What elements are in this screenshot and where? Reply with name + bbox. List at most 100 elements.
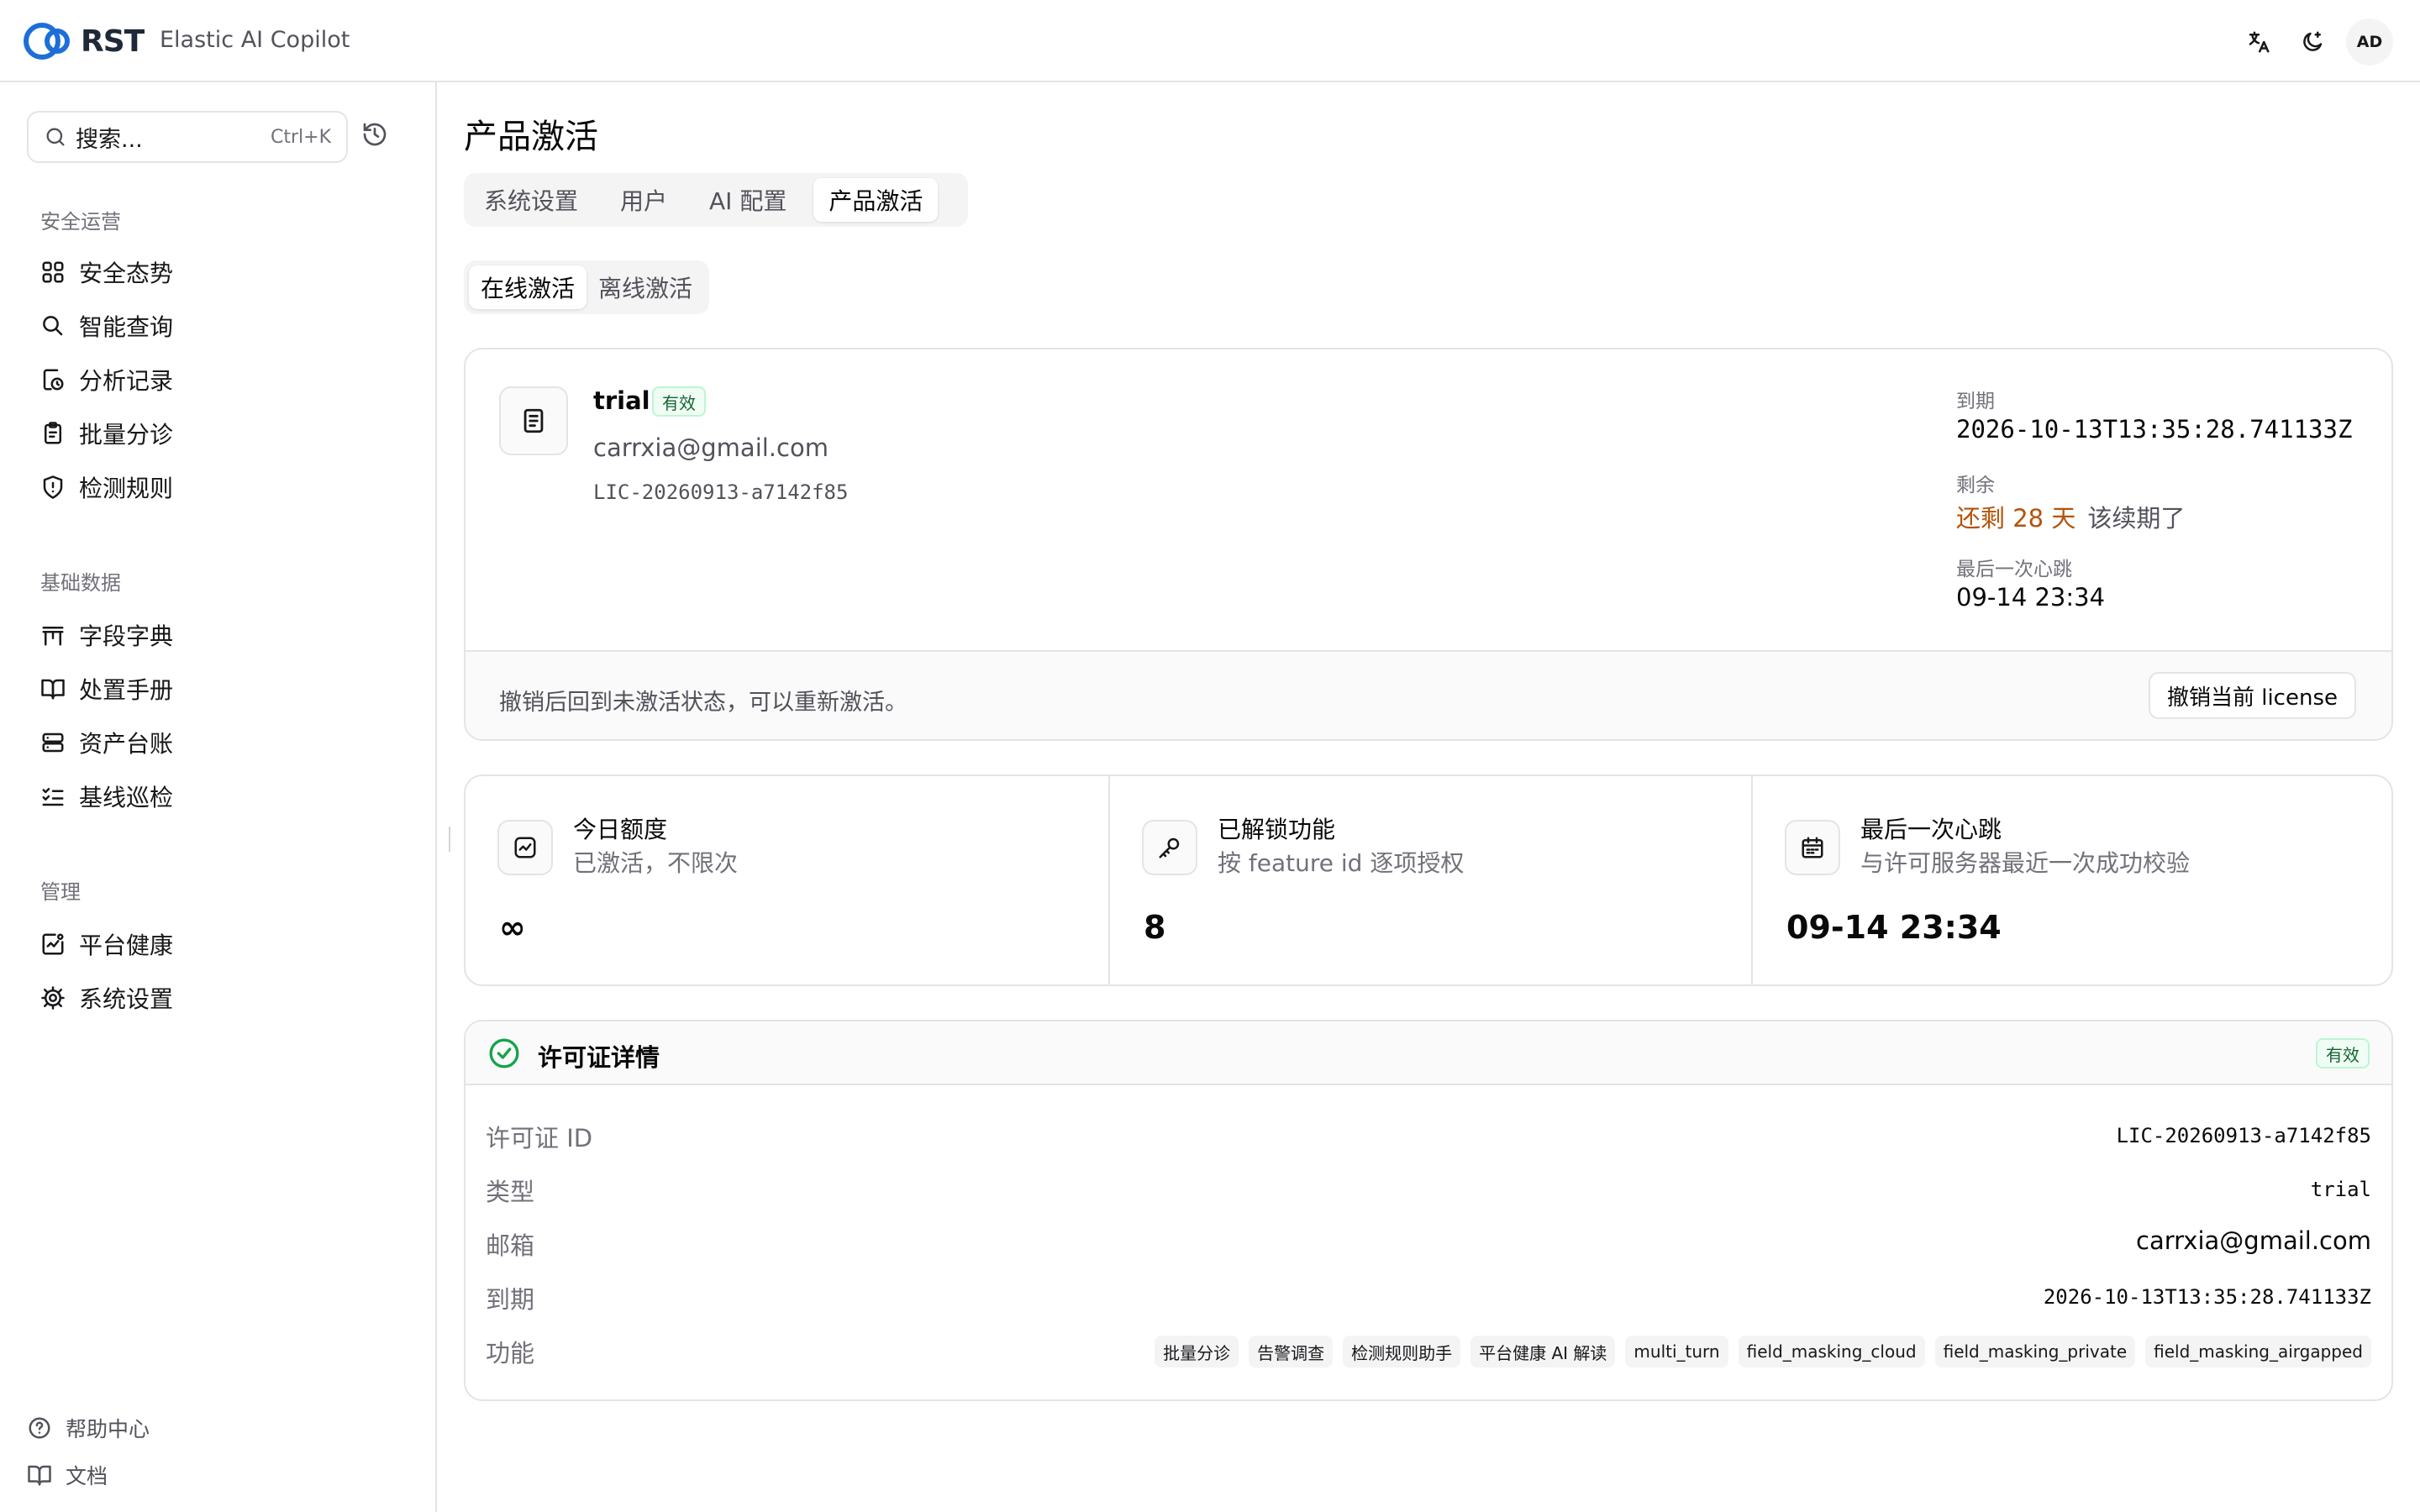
sidebar-item-label: 检测规则 [79, 475, 174, 502]
sidebar-item-baseline-inspection[interactable]: 基线巡检 [27, 773, 410, 820]
license-details-header: 许可证详情 有效 [466, 1021, 2391, 1085]
sidebar-item-label: 资产台账 [79, 730, 174, 758]
sidebar-item-field-dictionary[interactable]: 字段字典 [27, 612, 410, 659]
sidebar-item-playbook[interactable]: 处置手册 [27, 665, 410, 712]
expiry-value: 2026-10-13T13:35:28.741133Z [1956, 415, 2353, 444]
gear-icon [41, 986, 65, 1010]
sidebar-item-label: 分析记录 [79, 367, 174, 395]
detail-value-email: carrxia@gmail.com [2136, 1226, 2371, 1255]
sidebar-item-asset-ledger[interactable]: 资产台账 [27, 719, 410, 766]
clipboard-icon [45, 422, 61, 444]
translate-icon[interactable] [2235, 18, 2282, 66]
top-bar: RST Elastic AI Copilot AD [0, 0, 2420, 82]
help-circle-icon [29, 1417, 50, 1439]
settings-tabs: 系统设置 用户 AI 配置 产品激活 [464, 173, 968, 227]
license-email: carrxia@gmail.com [593, 433, 829, 462]
activity-square-icon [42, 933, 64, 955]
detail-value-expiry: 2026-10-13T13:35:28.741133Z [2043, 1285, 2371, 1309]
top-actions: AD [2228, 18, 2393, 66]
feature-chip: multi_turn [1625, 1336, 1728, 1368]
sidebar-item-smart-query[interactable]: 智能查询 [27, 302, 410, 349]
status-badge: 有效 [652, 386, 706, 417]
sidebar-item-analysis-records[interactable]: 分析记录 [27, 356, 410, 403]
sidebar-item-label: 系统设置 [79, 985, 174, 1013]
revoke-hint: 撤销后回到未激活状态，可以重新激活。 [499, 690, 908, 716]
sidebar-item-detection-rules[interactable]: 检测规则 [27, 464, 410, 511]
license-details-title: 许可证详情 [538, 1043, 660, 1072]
avatar[interactable]: AD [2346, 18, 2393, 66]
stat-subtitle: 与许可服务器最近一次成功校验 [1860, 849, 2191, 877]
tab-product-activation[interactable]: 产品激活 [813, 178, 939, 222]
detail-value-license-id: LIC-20260913-a7142f85 [2116, 1124, 2371, 1147]
stat-last-heartbeat: 最后一次心跳 与许可服务器最近一次成功校验 09-14 23:34 [1751, 776, 2391, 984]
shield-alert-icon [43, 475, 63, 499]
sidebar-item-platform-health[interactable]: 平台健康 [27, 921, 410, 968]
sidebar-item-label: 批量分诊 [79, 421, 174, 449]
sidebar-item-label: 基线巡检 [79, 784, 174, 811]
stat-daily-quota: 今日额度 已激活，不限次 ∞ [466, 776, 1108, 984]
detail-label-features: 功能 [486, 1339, 535, 1368]
tab-users[interactable]: 用户 [605, 178, 682, 222]
feature-chip: 批量分诊 [1155, 1336, 1239, 1368]
tab-ai-config[interactable]: AI 配置 [694, 178, 802, 222]
help-center-label: 帮助中心 [66, 1417, 150, 1441]
sidebar: 搜索... Ctrl+K 安全运营 安全态势 智能查询 分析记录 批量分诊 检测… [0, 82, 437, 1512]
feature-chip: field_masking_private [1934, 1336, 2136, 1368]
revoke-bar: 撤销后回到未激活状态，可以重新激活。 撤销当前 license [466, 652, 2391, 739]
stat-value: 8 [1144, 909, 1166, 946]
docs-link[interactable]: 文档 [27, 1460, 108, 1490]
feature-chip: field_masking_airgapped [2145, 1336, 2371, 1368]
detail-label-expiry: 到期 [486, 1285, 535, 1314]
feature-chip: 检测规则助手 [1343, 1336, 1461, 1368]
tab-offline-activation[interactable]: 离线激活 [587, 265, 704, 309]
server-icon [42, 732, 64, 753]
license-summary: trial 有效 carrxia@gmail.com LIC-20260913-… [466, 349, 2391, 652]
detail-label-email: 邮箱 [486, 1231, 535, 1260]
sidebar-item-system-settings[interactable]: 系统设置 [27, 974, 410, 1021]
remaining-value: 还剩 28 天该续期了 [1956, 499, 2185, 534]
sidebar-item-batch-triage[interactable]: 批量分诊 [27, 410, 410, 457]
sidebar-item-label: 平台健康 [79, 932, 174, 959]
sidebar-item-label: 字段字典 [79, 622, 174, 650]
stat-subtitle: 已激活，不限次 [573, 849, 739, 877]
help-center-link[interactable]: 帮助中心 [27, 1413, 150, 1443]
calendar-icon [1785, 820, 1840, 875]
detail-label-license-id: 许可证 ID [486, 1124, 593, 1152]
sidebar-item-label: 安全态势 [79, 260, 174, 287]
status-badge: 有效 [2316, 1038, 2370, 1068]
search-shortcut: Ctrl+K [270, 126, 331, 148]
stat-title: 最后一次心跳 [1860, 816, 2002, 843]
renew-note: 该续期了 [2087, 504, 2186, 533]
stat-subtitle: 按 feature id 逐项授权 [1218, 849, 1465, 877]
check-circle-icon [489, 1038, 519, 1068]
chart-line-icon [497, 820, 553, 875]
stat-title: 已解锁功能 [1218, 816, 1336, 843]
list-checks-icon [42, 788, 64, 806]
search-input[interactable]: 搜索... Ctrl+K [27, 111, 348, 163]
search-icon [43, 316, 63, 336]
heartbeat-label: 最后一次心跳 [1956, 559, 2072, 580]
book-icon [28, 1465, 51, 1486]
revoke-license-button[interactable]: 撤销当前 license [2148, 672, 2356, 719]
license-id: LIC-20260913-a7142f85 [593, 480, 849, 504]
stat-value: ∞ [499, 909, 526, 946]
feature-list: 批量分诊 告警调查 检测规则助手 平台健康 AI 解读 multi_turn f… [1144, 1336, 2371, 1368]
search-icon [46, 128, 65, 146]
section-title-management: 管理 [40, 880, 81, 904]
sidebar-item-security-posture[interactable]: 安全态势 [27, 249, 410, 296]
history-record-icon [43, 369, 64, 391]
app-name: Elastic AI Copilot [160, 27, 350, 53]
table-columns-icon [42, 627, 64, 646]
sidebar-resize-handle[interactable] [449, 827, 452, 852]
license-doc-icon [499, 386, 568, 455]
remaining-label: 剩余 [1956, 475, 1995, 496]
remaining-days: 还剩 28 天 [1956, 504, 2076, 533]
theme-toggle-icon[interactable] [2289, 18, 2336, 66]
tab-online-activation[interactable]: 在线激活 [469, 265, 587, 309]
license-type: trial [593, 386, 650, 415]
history-icon[interactable] [361, 121, 388, 148]
logo[interactable]: RST [24, 20, 145, 62]
sidebar-item-label: 智能查询 [79, 313, 174, 341]
sidebar-item-label: 处置手册 [79, 676, 174, 704]
tab-system-settings[interactable]: 系统设置 [469, 178, 593, 222]
